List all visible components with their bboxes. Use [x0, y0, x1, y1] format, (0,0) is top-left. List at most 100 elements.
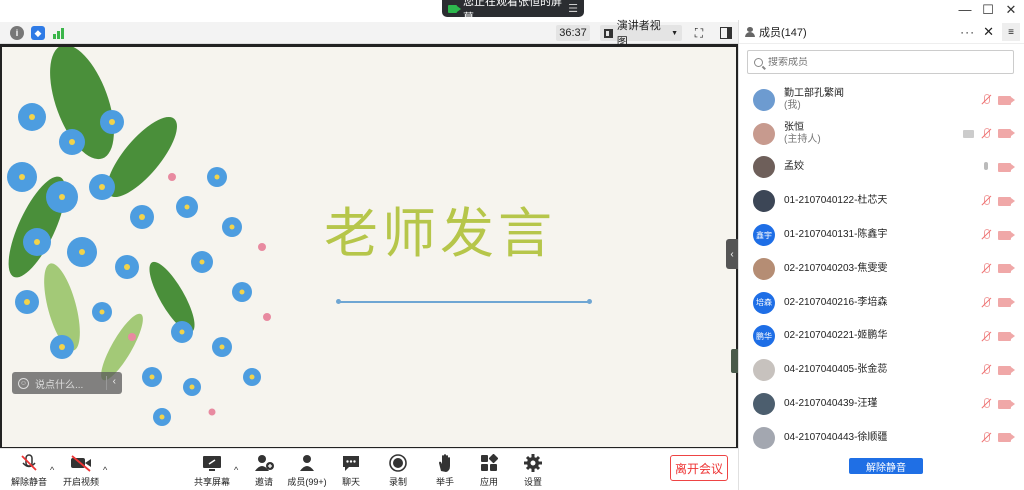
- fullscreen-icon[interactable]: ⛶: [691, 25, 707, 41]
- video-off-icon[interactable]: [998, 433, 1015, 443]
- mic-off-icon[interactable]: [980, 364, 992, 376]
- more-icon[interactable]: ···: [960, 25, 975, 39]
- unmute-all-button[interactable]: 解除静音: [849, 458, 923, 474]
- mic-off-icon[interactable]: [980, 262, 992, 275]
- screen-share-icon: [963, 129, 974, 138]
- apps-icon: [466, 453, 512, 473]
- video-off-icon[interactable]: [998, 332, 1015, 342]
- participant-status-icons: [980, 431, 1015, 444]
- video-off-icon[interactable]: [998, 129, 1015, 139]
- participant-list: 勤工部孔繁闻 (我) 张恒 (主持人) 孟姣 01-2107040122-杜芯天 鑫宇 01-…: [739, 83, 1024, 455]
- raise-hand-button[interactable]: 举手: [422, 453, 468, 488]
- video-off-icon[interactable]: [998, 95, 1015, 105]
- participant-row[interactable]: 培森 02-2107040216-李培森: [739, 286, 1024, 320]
- participant-row[interactable]: 04-2107040443-徐顺疆: [739, 421, 1024, 455]
- participant-name-block: 勤工部孔繁闻 (我): [784, 88, 844, 112]
- participant-row[interactable]: 孟姣: [739, 151, 1024, 185]
- record-icon: [375, 453, 421, 473]
- record-button[interactable]: 录制: [375, 453, 421, 488]
- raise-hand-label: 举手: [435, 477, 454, 487]
- members-button[interactable]: 成员(99+): [284, 453, 330, 488]
- participant-name-block: 04-2107040405-张金蕊: [784, 364, 887, 376]
- mic-off-icon[interactable]: [980, 398, 992, 410]
- close-window-icon[interactable]: ✕: [1000, 1, 1022, 18]
- video-off-icon[interactable]: [998, 365, 1015, 375]
- participant-name-block: 04-2107040443-徐顺疆: [784, 432, 887, 444]
- leave-meeting-button[interactable]: 离开会议: [670, 455, 728, 481]
- view-mode-select[interactable]: 演讲者视图 ▼: [600, 20, 682, 48]
- emoji-icon[interactable]: ☺: [18, 377, 29, 389]
- info-icon[interactable]: i: [10, 26, 24, 40]
- avatar: 鑫宇: [753, 224, 775, 247]
- meeting-top-bar: i ◆ 36:37 演讲者视图 ▼ ⛶: [0, 20, 738, 48]
- mic-icon[interactable]: [980, 161, 992, 174]
- participant-status-icons: [980, 398, 1015, 410]
- chat-button[interactable]: 聊天: [328, 453, 374, 488]
- participant-row[interactable]: 勤工部孔繁闻 (我): [739, 83, 1024, 117]
- collapse-chat-icon[interactable]: ‹: [105, 376, 122, 390]
- start-video-button[interactable]: 开启视频: [58, 453, 104, 488]
- search-icon: [754, 57, 763, 67]
- participant-row[interactable]: 02-2107040203-焦雯雯: [739, 252, 1024, 286]
- maximize-icon[interactable]: ☐: [977, 1, 999, 18]
- participant-name: 勤工部孔繁闻: [784, 87, 844, 99]
- video-off-icon[interactable]: [998, 196, 1015, 206]
- mic-off-icon[interactable]: [980, 127, 992, 140]
- share-screen-button[interactable]: 共享屏幕: [189, 453, 235, 488]
- chevron-up-icon[interactable]: ^: [50, 465, 54, 475]
- panel-title: 成员(147): [759, 26, 807, 39]
- video-off-icon[interactable]: [998, 230, 1015, 240]
- share-screen-label: 共享屏幕: [193, 477, 230, 487]
- participant-name: 04-2107040405-张金蕊: [784, 364, 888, 376]
- avatar: [753, 122, 775, 145]
- participant-row[interactable]: 04-2107040405-张金蕊: [739, 353, 1024, 387]
- chat-input-bubble[interactable]: ☺ 说点什么... ‹: [12, 372, 122, 394]
- shield-icon[interactable]: ◆: [31, 26, 45, 40]
- record-label: 录制: [388, 477, 407, 487]
- apps-button[interactable]: 应用: [466, 453, 512, 488]
- mic-off-icon[interactable]: [980, 330, 992, 343]
- participant-status-icons: [980, 262, 1015, 275]
- mic-off-icon[interactable]: [980, 195, 992, 207]
- participant-row[interactable]: 01-2107040122-杜芯天: [739, 184, 1024, 218]
- collapse-panel-handle[interactable]: ‹: [726, 239, 738, 269]
- layout-icon: [604, 28, 613, 38]
- chevron-up-icon[interactable]: ^: [234, 465, 238, 475]
- mic-off-icon[interactable]: [980, 296, 992, 309]
- search-input[interactable]: [768, 56, 968, 68]
- participant-row[interactable]: 鑫宇 01-2107040131-陈鑫宇: [739, 218, 1024, 252]
- participant-name: 02-2107040203-焦雯雯: [784, 262, 888, 274]
- chevron-up-icon[interactable]: ^: [103, 465, 107, 475]
- unmute-button[interactable]: 解除静音: [6, 453, 52, 488]
- sidebar-toggle-icon[interactable]: [718, 25, 734, 41]
- video-off-icon[interactable]: [998, 298, 1015, 308]
- video-off-icon[interactable]: [998, 399, 1015, 409]
- participant-name-block: 04-2107040439-汪瑾: [784, 398, 877, 410]
- mic-off-icon[interactable]: [980, 94, 992, 106]
- invite-button[interactable]: 邀请: [241, 453, 287, 488]
- close-panel-icon[interactable]: ✕: [983, 24, 994, 40]
- screen-share-banner[interactable]: 您正在观看张恒的屏幕 ☰: [442, 0, 584, 24]
- avatar: 培森: [753, 291, 775, 314]
- mic-off-icon[interactable]: [980, 229, 992, 241]
- member-search[interactable]: [747, 50, 1014, 74]
- mic-off-icon[interactable]: [980, 431, 992, 444]
- participant-row[interactable]: 鹏华 02-2107040221-姬鹏华: [739, 320, 1024, 354]
- gallery-handle[interactable]: [731, 349, 738, 373]
- menu-icon[interactable]: ☰: [568, 2, 578, 15]
- meeting-window: 您正在观看张恒的屏幕 ☰ — ☐ ✕ i ◆ 36:37 演讲者视图 ▼ ⛶ 老…: [0, 0, 1024, 490]
- chat-icon: [328, 453, 374, 473]
- avatar: 鹏华: [753, 325, 775, 348]
- settings-button[interactable]: 设置: [510, 453, 556, 488]
- video-off-icon[interactable]: [998, 163, 1015, 173]
- participant-name: 04-2107040439-汪瑾: [784, 398, 878, 410]
- video-off-icon[interactable]: [998, 264, 1015, 274]
- participant-status-icons: [980, 330, 1015, 343]
- slide-title: 老师发言: [324, 202, 556, 265]
- participant-row[interactable]: 04-2107040439-汪瑾: [739, 387, 1024, 421]
- minimize-icon[interactable]: —: [954, 1, 976, 18]
- menu-icon[interactable]: ≡: [1002, 23, 1020, 41]
- participant-role: (主持人): [784, 133, 821, 145]
- signal-icon[interactable]: [52, 26, 66, 40]
- participant-row[interactable]: 张恒 (主持人): [739, 117, 1024, 151]
